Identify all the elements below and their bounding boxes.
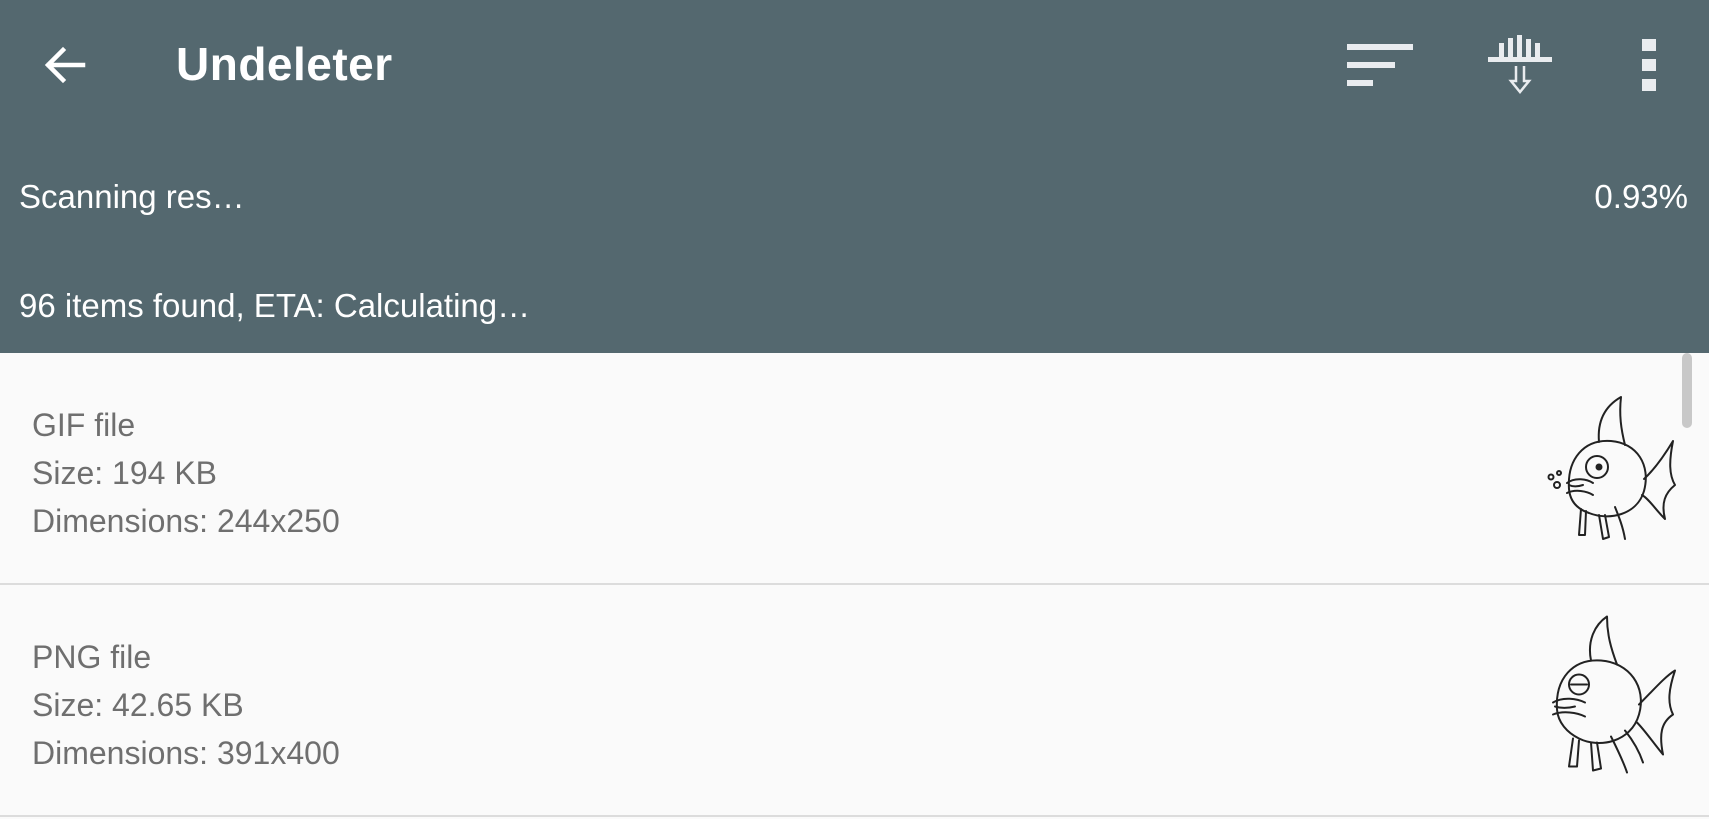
scan-status-text: 96 items found, ETA: Calculating… [19, 287, 531, 324]
list-item[interactable]: GIF file Size: 194 KB Dimensions: 244x25… [0, 353, 1709, 585]
file-size: Size: 42.65 KB [32, 687, 244, 723]
fish-sketch-icon [1552, 615, 1676, 774]
file-list: GIF file Size: 194 KB Dimensions: 244x25… [0, 353, 1709, 819]
app-header: Undeleter Scanning res… 0.93% 96 items f… [0, 0, 1709, 353]
filter-button[interactable] [1480, 30, 1560, 100]
scrollbar[interactable] [1682, 353, 1692, 428]
file-dimensions: Dimensions: 391x400 [32, 735, 340, 771]
more-vertical-icon [1642, 39, 1656, 91]
fish-sketch-icon [1547, 396, 1676, 540]
back-button[interactable] [30, 25, 100, 105]
sort-icon [1347, 44, 1413, 86]
file-type: PNG file [32, 639, 152, 675]
sort-button[interactable] [1340, 30, 1420, 100]
filter-download-icon [1488, 35, 1552, 94]
scan-progress-percent: 0.93% [1594, 178, 1688, 215]
file-info: GIF file Size: 194 KB Dimensions: 244x25… [32, 401, 340, 545]
arrow-left-icon [44, 46, 86, 84]
file-type: GIF file [32, 407, 136, 443]
more-options-button[interactable] [1620, 30, 1680, 100]
app-window: Undeleter Scanning res… 0.93% 96 items f… [0, 0, 1709, 819]
file-info: PNG file Size: 42.65 KB Dimensions: 391x… [32, 633, 340, 777]
file-dimensions: Dimensions: 244x250 [32, 503, 340, 539]
scan-progress-label: Scanning res… [19, 178, 245, 215]
file-size: Size: 194 KB [32, 455, 217, 491]
page-title: Undeleter [176, 38, 393, 90]
list-item[interactable]: PNG file Size: 42.65 KB Dimensions: 391x… [0, 585, 1709, 817]
